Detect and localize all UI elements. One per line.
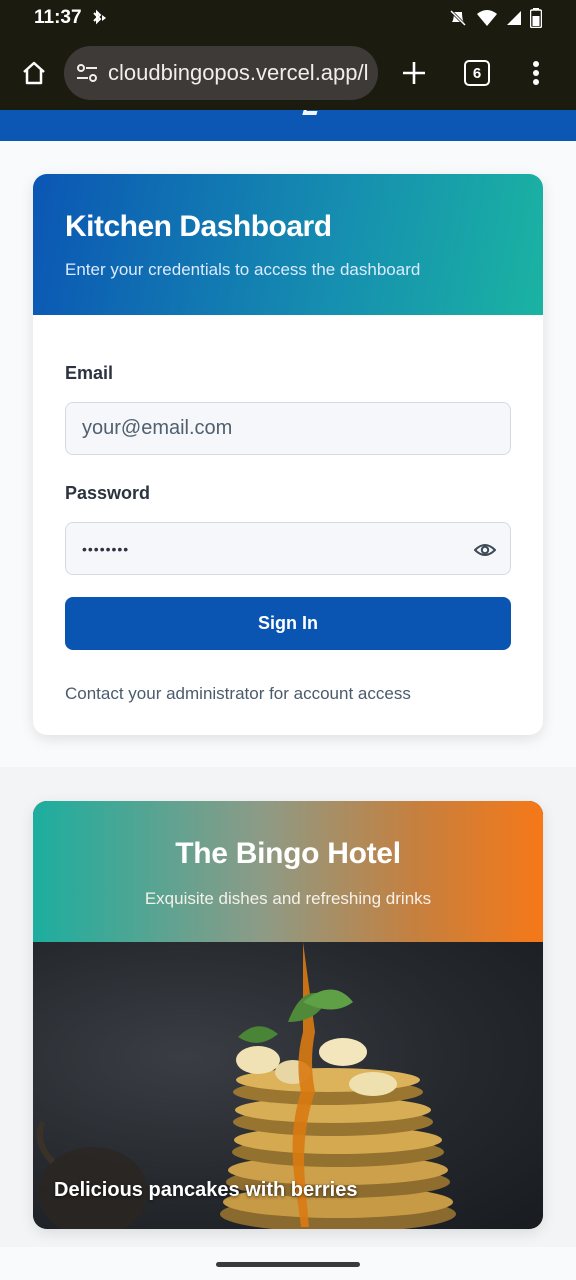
- url-text: cloudbingopos.vercel.app/l: [108, 60, 369, 85]
- eye-icon[interactable]: [474, 539, 496, 561]
- hotel-title: The Bingo Hotel: [175, 837, 401, 870]
- email-label: Email: [65, 363, 114, 383]
- status-time: 11:37: [34, 7, 82, 28]
- hotel-card: The Bingo Hotel Exquisite dishes and ref…: [33, 801, 543, 1229]
- tab-count: 6: [472, 64, 482, 82]
- status-left: 11:37: [34, 7, 108, 29]
- battery-icon: [530, 8, 542, 28]
- mute-icon: [449, 9, 467, 27]
- status-right: [448, 8, 542, 28]
- image-caption: Delicious pancakes with berries: [54, 1179, 358, 1201]
- sign-in-button[interactable]: Sign In: [65, 597, 511, 650]
- home-button[interactable]: [14, 53, 54, 93]
- pancake-image: Delicious pancakes with berries: [33, 942, 543, 1229]
- address-bar[interactable]: cloudbingopos.vercel.app/l: [64, 46, 378, 100]
- site-settings-icon[interactable]: [76, 63, 98, 83]
- contact-admin-text: Contact your administrator for account a…: [65, 684, 411, 703]
- status-bar: 11:37: [0, 0, 576, 36]
- hotel-subtitle: Exquisite dishes and refreshing drinks: [144, 889, 432, 908]
- browser-toolbar: cloudbingopos.vercel.app/l 6: [0, 36, 576, 110]
- header-text-fragment: [302, 110, 320, 115]
- email-field[interactable]: your@email.com: [65, 402, 511, 455]
- more-vert-icon[interactable]: [530, 58, 542, 88]
- plus-icon: [403, 62, 425, 84]
- page-header-strip: [0, 110, 576, 141]
- signal-icon: [507, 11, 521, 25]
- wifi-icon: [477, 10, 497, 26]
- login-card: Kitchen Dashboard Enter your credentials…: [33, 174, 543, 735]
- email-placeholder: your@email.com: [82, 417, 233, 439]
- home-icon: [23, 61, 45, 85]
- tabs-icon[interactable]: 6: [464, 60, 490, 86]
- login-subtitle: Enter your credentials to access the das…: [65, 260, 421, 279]
- password-label: Password: [65, 483, 151, 503]
- gesture-nav-handle[interactable]: [216, 1262, 360, 1267]
- login-form: Email your@email.com Password •••••••• S…: [33, 315, 543, 704]
- password-value: ••••••••: [82, 540, 130, 557]
- login-header: Kitchen Dashboard Enter your credentials…: [33, 174, 543, 315]
- password-field[interactable]: ••••••••: [65, 522, 511, 575]
- bluetooth-arrow-icon: [92, 9, 106, 25]
- login-title: Kitchen Dashboard: [65, 210, 332, 243]
- new-tab-button[interactable]: [398, 57, 430, 89]
- hotel-header: The Bingo Hotel Exquisite dishes and ref…: [33, 801, 543, 942]
